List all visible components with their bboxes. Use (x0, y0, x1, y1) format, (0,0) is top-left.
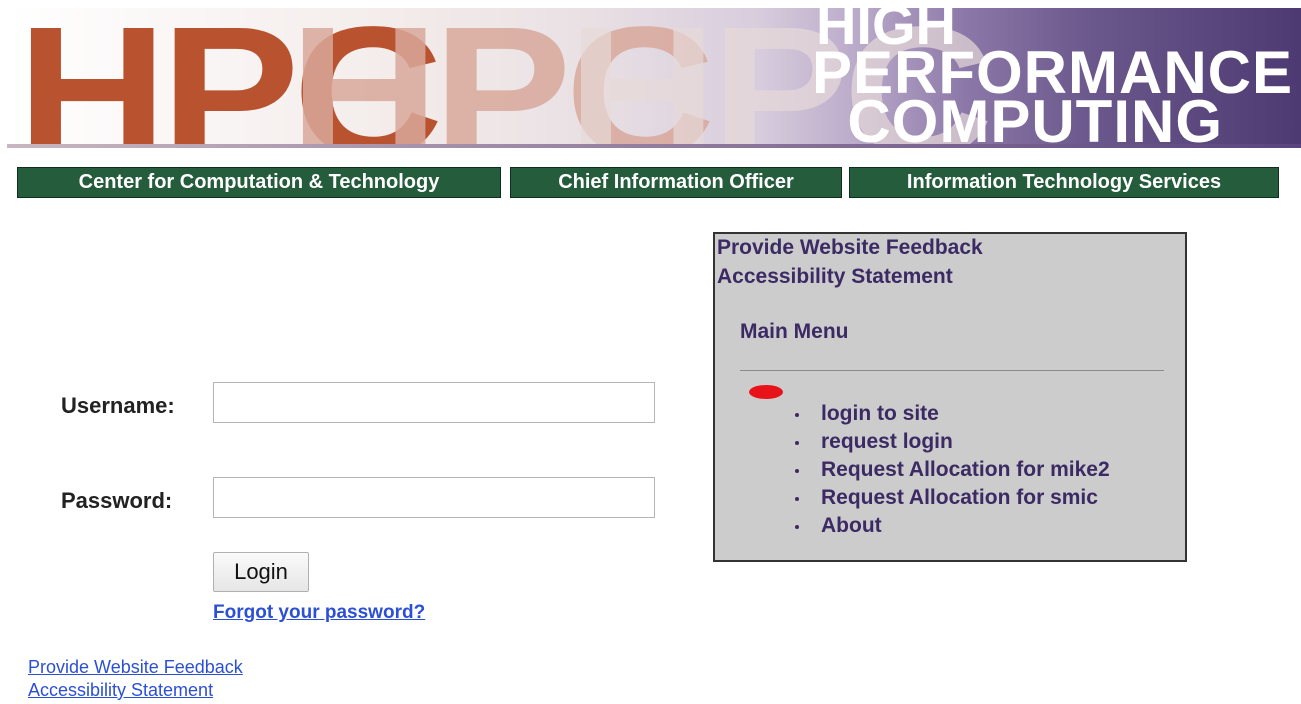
menu-item-login-to-site[interactable]: login to site (791, 400, 1110, 428)
menu-item-request-login[interactable]: request login (791, 428, 1110, 456)
nav-cct-button[interactable]: Center for Computation & Technology (17, 167, 501, 198)
footer-accessibility-link[interactable]: Accessibility Statement (28, 680, 213, 701)
nav-its-button[interactable]: Information Technology Services (849, 167, 1279, 198)
menu-item-request-allocation-smic[interactable]: Request Allocation for smic (791, 484, 1110, 512)
banner-title: HIGH PERFORMANCE COMPUTING (812, 8, 1293, 148)
footer-feedback-link[interactable]: Provide Website Feedback (28, 657, 243, 678)
red-annotation-mark (749, 385, 783, 399)
menu-item-request-allocation-mike2[interactable]: Request Allocation for mike2 (791, 456, 1110, 484)
panel-feedback-link[interactable]: Provide Website Feedback (717, 236, 983, 260)
main-menu-list: login to site request login Request Allo… (791, 400, 1110, 540)
menu-item-about[interactable]: About (791, 512, 1110, 540)
main-menu-panel: Provide Website Feedback Accessibility S… (713, 232, 1187, 562)
username-input[interactable] (213, 382, 655, 423)
main-menu-heading: Main Menu (740, 320, 849, 343)
forgot-password-link[interactable]: Forgot your password? (213, 602, 425, 624)
login-button[interactable]: Login (213, 552, 309, 592)
password-input[interactable] (213, 477, 655, 518)
banner-title-line3: COMPUTING (847, 88, 1223, 148)
username-label: Username: (61, 393, 175, 418)
password-label: Password: (61, 488, 173, 513)
banner-divider (7, 144, 1301, 148)
panel-accessibility-link[interactable]: Accessibility Statement (717, 265, 953, 289)
nav-cio-button[interactable]: Chief Information Officer (510, 167, 842, 198)
hpc-banner: HPC HPC HPC HIGH PERFORMANCE COMPUTING (7, 8, 1301, 148)
menu-divider (740, 370, 1164, 371)
